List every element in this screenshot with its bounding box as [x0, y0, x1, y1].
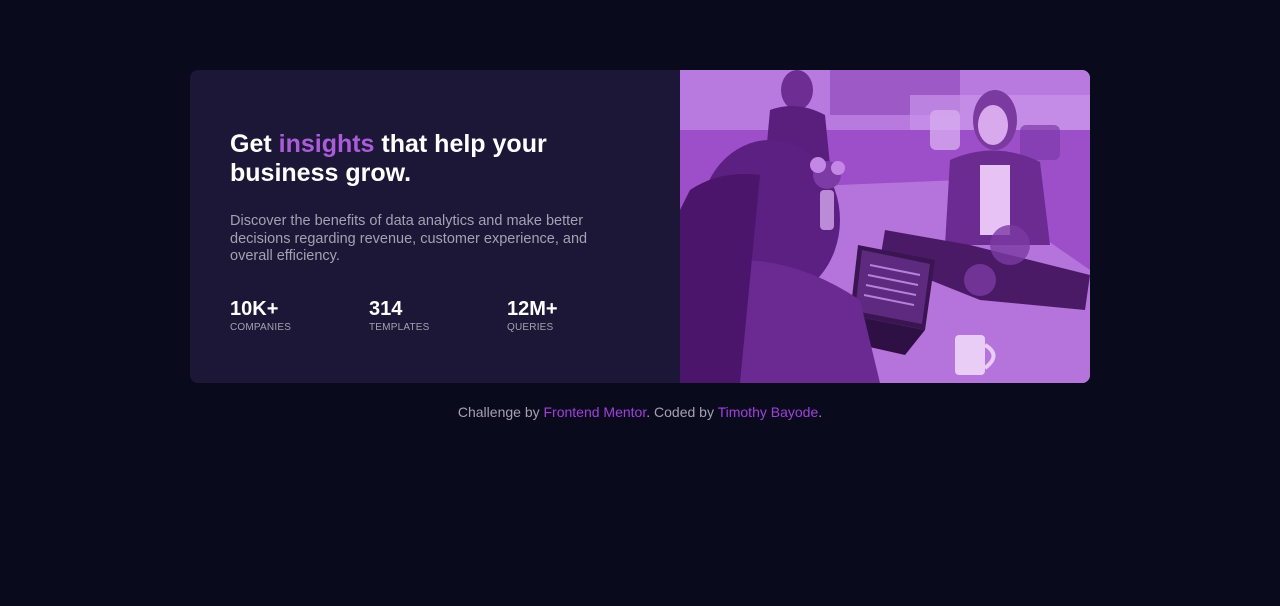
stat-queries: 12M+ QUERIES: [507, 298, 558, 333]
author-link[interactable]: Timothy Bayode: [718, 404, 819, 420]
footer-middle: . Coded by: [646, 404, 718, 420]
stat-value: 10K+: [230, 298, 279, 320]
stat-label: QUERIES: [507, 322, 554, 333]
office-team-photo: [680, 70, 1090, 383]
stat-label: COMPANIES: [230, 322, 292, 333]
attribution-footer: Challenge by Frontend Mentor. Coded by T…: [0, 403, 1280, 421]
frontend-mentor-link[interactable]: Frontend Mentor: [544, 404, 647, 420]
stat-companies: 10K+ COMPANIES: [230, 298, 291, 333]
stat-value: 314: [369, 298, 403, 320]
headline-start: Get: [230, 130, 279, 158]
stat-templates: 314 TEMPLATES: [369, 298, 430, 333]
stat-label: TEMPLATES: [369, 322, 430, 333]
stats-preview-card: Get insights that help your business gro…: [190, 70, 1090, 383]
card-description: Discover the benefits of data analytics …: [230, 213, 588, 264]
footer-prefix: Challenge by: [457, 404, 544, 420]
footer-suffix: .: [818, 404, 823, 420]
office-photo-illustration: [680, 70, 1090, 383]
stat-value: 12M+: [507, 298, 558, 320]
card-text-panel: Get insights that help your business gro…: [190, 70, 680, 383]
card-headline: Get insights that help your business gro…: [230, 130, 590, 188]
headline-accent: insights: [278, 130, 375, 158]
stats-row: 10K+ COMPANIES 314 TEMPLATES 12M+ QUERIE…: [230, 298, 650, 338]
